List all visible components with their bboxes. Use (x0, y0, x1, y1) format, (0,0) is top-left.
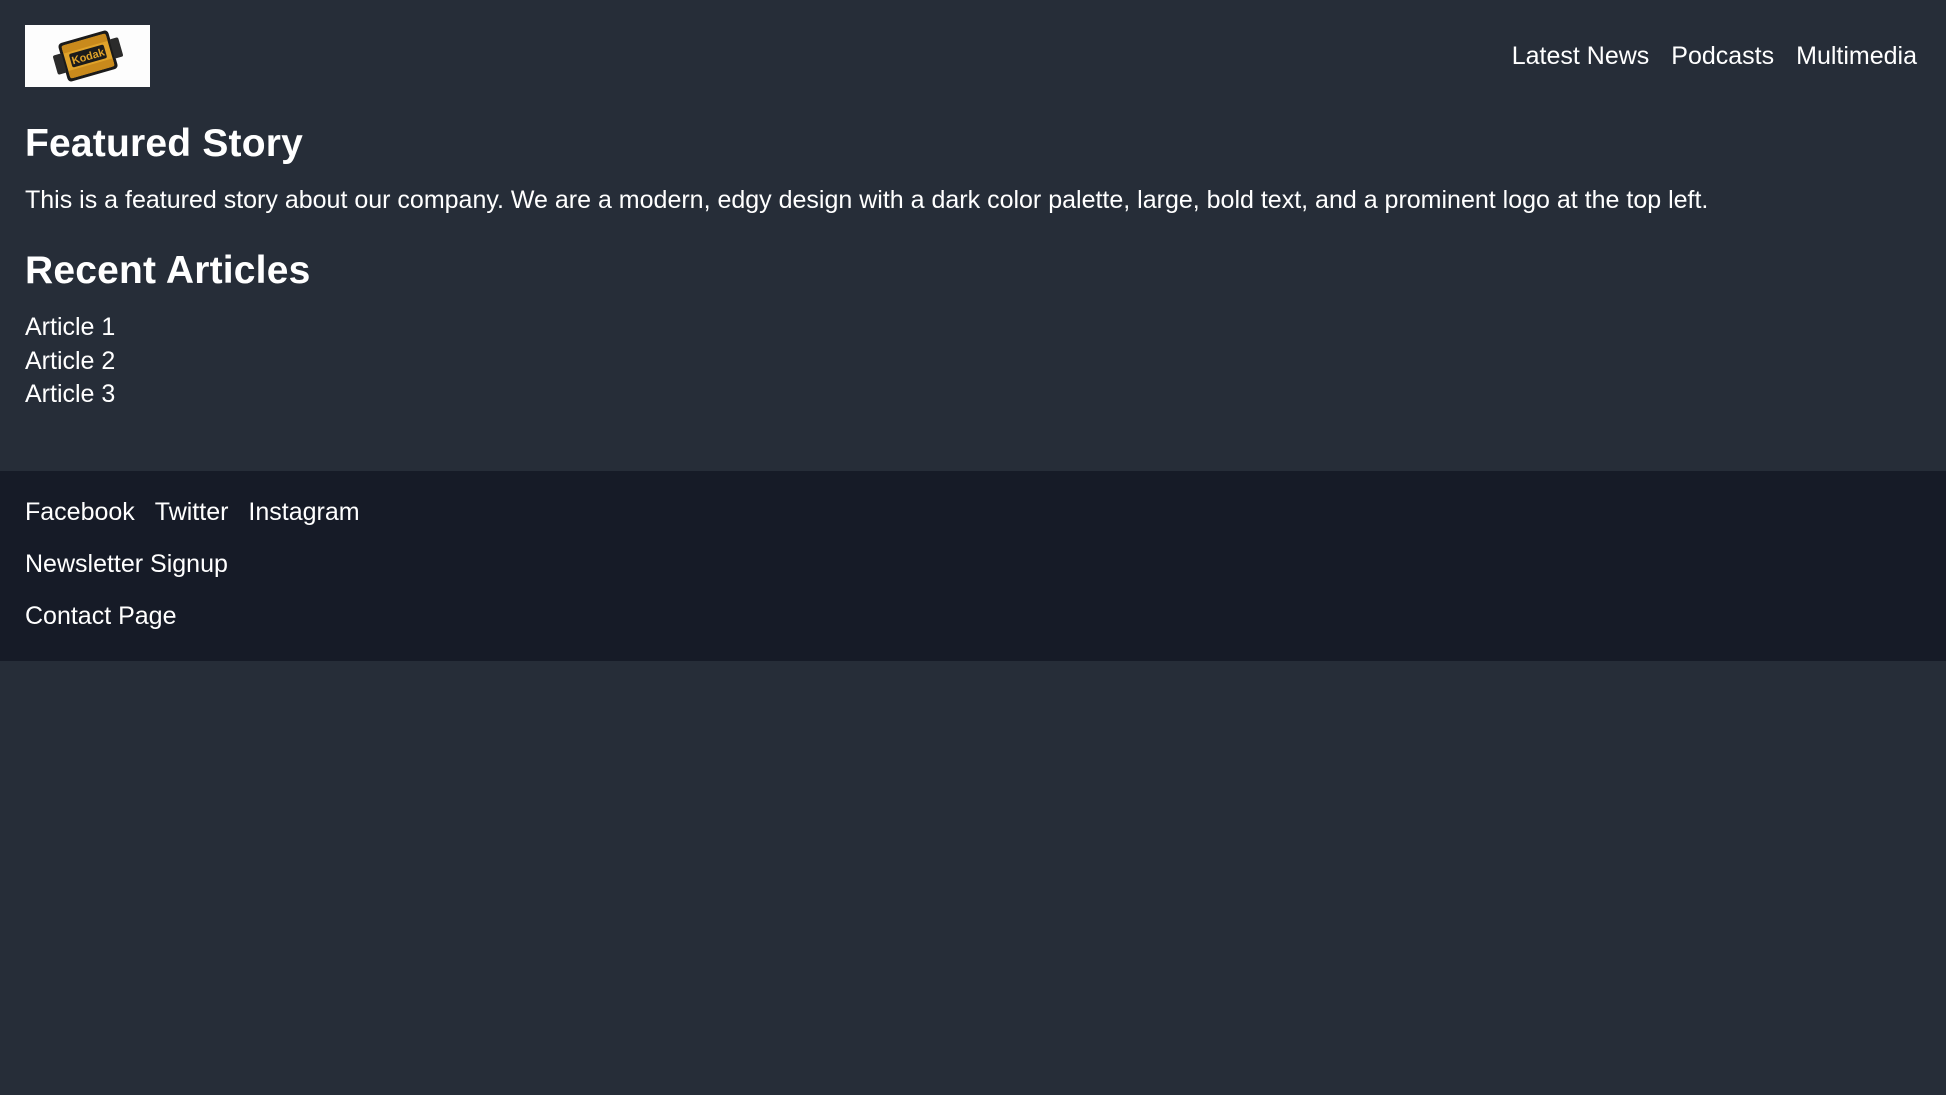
article-link-1[interactable]: Article 1 (25, 313, 115, 341)
nav-item-podcasts[interactable]: Podcasts (1671, 41, 1774, 71)
article-link-3[interactable]: Article 3 (25, 380, 115, 408)
social-link-instagram[interactable]: Instagram (248, 497, 359, 527)
recent-articles-list: Article 1 Article 2 Article 3 (25, 311, 1921, 411)
recent-articles-title: Recent Articles (25, 249, 311, 293)
list-item: Article 1 (25, 311, 1921, 344)
page-root: Kodak Latest News Podcasts Multimedia Fe… (0, 0, 1946, 1095)
page-background-fill (0, 661, 1946, 1095)
social-links: Facebook Twitter Instagram (25, 497, 1921, 527)
main-navigation: Latest News Podcasts Multimedia (1512, 41, 1921, 71)
featured-story-title: Featured Story (25, 122, 304, 165)
featured-story-body: This is a featured story about our compa… (25, 185, 1709, 214)
nav-item-latest-news[interactable]: Latest News (1512, 41, 1650, 71)
main-content: Featured Story This is a featured story … (0, 87, 1946, 471)
article-link-2[interactable]: Article 2 (25, 347, 115, 375)
film-canister-logo-icon: Kodak (52, 30, 123, 82)
social-link-facebook[interactable]: Facebook (25, 497, 135, 527)
nav-item-multimedia[interactable]: Multimedia (1796, 41, 1917, 71)
newsletter-signup-link[interactable]: Newsletter Signup (25, 549, 1921, 579)
site-footer: Facebook Twitter Instagram Newsletter Si… (0, 471, 1946, 662)
contact-page-link[interactable]: Contact Page (25, 601, 1921, 631)
site-logo[interactable]: Kodak (25, 25, 150, 87)
list-item: Article 3 (25, 378, 1921, 411)
list-item: Article 2 (25, 345, 1921, 378)
site-header: Kodak Latest News Podcasts Multimedia (0, 0, 1946, 87)
social-link-twitter[interactable]: Twitter (155, 497, 229, 527)
